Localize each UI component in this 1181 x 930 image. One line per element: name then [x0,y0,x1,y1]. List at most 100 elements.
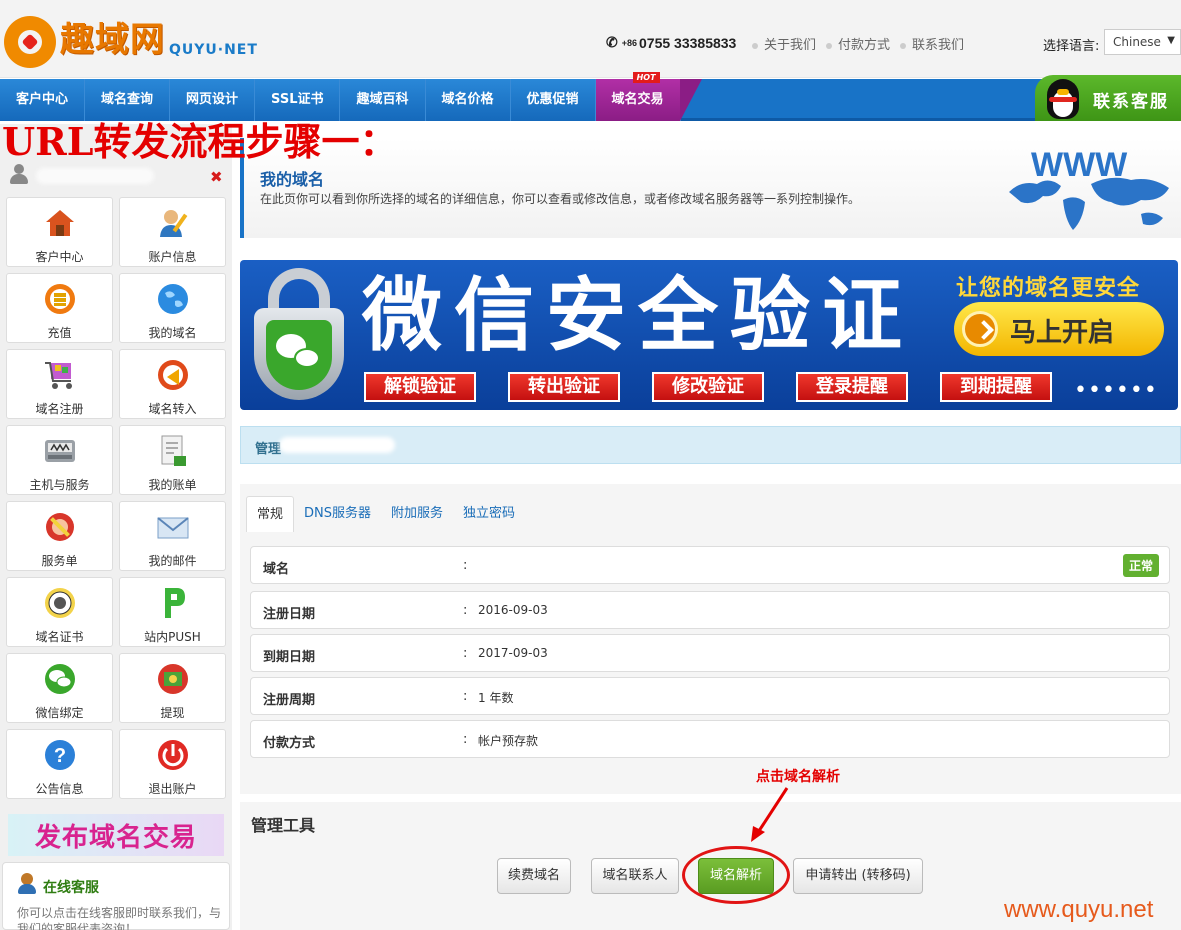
online-service-box[interactable]: 在线客服 你可以点击在线客服即时联系我们，与我们的客服代表咨询！ [2,862,230,930]
banner-subtitle: 让您的域名更安全 [956,276,1141,301]
domain-name-redacted [279,437,395,453]
wechat-icon [43,662,77,696]
banner-dots: •••••• [1074,378,1158,403]
row-payment-method: 付款方式 : 帐户预存款 [250,720,1170,758]
tile-account-info[interactable]: 账户信息 [119,197,226,267]
publish-domain-trade-banner[interactable]: 发布域名交易 [8,814,224,856]
tile-my-mail[interactable]: 我的邮件 [119,501,226,571]
tile-my-domain[interactable]: 我的域名 [119,273,226,343]
nav-web-design[interactable]: 网页设计 [170,79,256,121]
arrow-right-icon [962,311,998,347]
nav-domain-trade[interactable]: 域名交易 HOT [595,72,702,121]
tag-transfer-verify: 转出验证 [508,372,620,402]
tile-domain-transfer-in[interactable]: 域名转入 [119,349,226,419]
logo-mark-icon [4,16,56,68]
tag-expiry-alert: 到期提醒 [940,372,1052,402]
main-nav: 客户中心 域名查询 网页设计 SSL证书 趣域百科 域名价格 优惠促销 域名交易… [0,72,1181,121]
top-links: 关于我们 付款方式 联系我们 [752,34,964,53]
site-logo[interactable]: 趣域网 QUYU·NET [4,12,258,68]
click-hint-text: 点击域名解析 [756,769,840,785]
tile-recharge[interactable]: 充值 [6,273,113,343]
push-icon [156,586,190,620]
row-register-date: 注册日期 : 2016-09-03 [250,591,1170,629]
highlight-circle [682,846,790,904]
world-map-www-icon: WWW [1001,140,1177,240]
nav-customer-center[interactable]: 客户中心 [0,79,86,121]
nav-wiki[interactable]: 趣域百科 [340,79,426,121]
mail-icon [156,510,190,544]
sidebar: ✖ 客户中心 账户信息 充值 我的域名 域名注册 域名转入 主机与服务 我的账单… [0,124,232,930]
agent-icon [17,873,37,895]
certificate-icon [43,586,77,620]
server-icon [43,434,77,468]
online-service-title: 在线客服 [43,880,99,896]
sidebar-tiles: 客户中心 账户信息 充值 我的域名 域名注册 域名转入 主机与服务 我的账单 服… [6,197,226,799]
page-description: 在此页你可以看到你所选择的域名的详细信息，你可以查看或修改信息，或者修改域名服务… [260,192,861,206]
tile-domain-certificate[interactable]: 域名证书 [6,577,113,647]
tile-logout[interactable]: 退出账户 [119,729,226,799]
power-icon [156,738,190,772]
close-icon[interactable]: ✖ [210,168,223,186]
nav-domain-search[interactable]: 域名查询 [85,79,171,121]
transfer-icon [156,358,190,392]
domain-detail-panel: 常规 DNS服务器 附加服务 独立密码 域名 : 正常 注册日期 : 2016-… [240,484,1181,794]
status-badge: 正常 [1122,554,1159,577]
help-icon: ? [43,738,77,772]
nav-ssl[interactable]: SSL证书 [255,79,341,121]
qq-penguin-icon [1041,77,1085,121]
contact-service-label: 联系客服 [1093,92,1169,112]
nav-domain-price[interactable]: 域名价格 [425,79,511,121]
tile-service-ticket[interactable]: 服务单 [6,501,113,571]
banner-title: 微信安全验证 [362,269,914,362]
tile-hosting-services[interactable]: 主机与服务 [6,425,113,495]
house-icon [43,206,77,240]
tile-withdraw[interactable]: 提现 [119,653,226,723]
link-about[interactable]: 关于我们 [752,34,816,53]
language-select[interactable]: Chinese [1104,29,1181,55]
bill-icon [156,434,190,468]
link-payment[interactable]: 付款方式 [826,34,890,53]
lock-wechat-icon [254,268,344,402]
site-watermark: www.quyu.net [1004,896,1154,923]
link-contact[interactable]: 联系我们 [900,34,964,53]
hot-badge: HOT [632,72,660,83]
manage-domain-strip: 管理 [240,426,1181,464]
svg-text:WWW: WWW [1031,146,1128,184]
top-bar: 趣域网 QUYU·NET ✆ +86 0755 33385833 关于我们 付款… [0,0,1181,78]
tile-my-bill[interactable]: 我的账单 [119,425,226,495]
tab-addon-services[interactable]: 附加服务 [381,496,453,532]
online-service-text: 你可以点击在线客服即时联系我们，与我们的客服代表咨询！ [17,906,222,930]
wechat-security-banner[interactable]: 微信安全验证 让您的域名更安全 马上开启 解锁验证 转出验证 修改验证 登录提醒… [240,260,1178,410]
detail-tabs: 常规 DNS服务器 附加服务 独立密码 [246,496,525,532]
page-title: 我的域名 [260,170,325,189]
user-edit-icon [156,206,190,240]
nav-promotions[interactable]: 优惠促销 [510,79,596,121]
contact-service-button[interactable]: 联系客服 [1035,75,1181,121]
withdraw-icon [156,662,190,696]
transfer-out-button[interactable]: 申请转出 (转移码) [793,858,923,894]
nav-domain-trade-label: 域名交易 [611,92,664,107]
phone-text: 0755 33385833 [639,34,737,51]
tile-wechat-bind[interactable]: 微信绑定 [6,653,113,723]
domain-contact-button[interactable]: 域名联系人 [591,858,679,894]
user-icon [10,164,28,184]
user-box: ✖ [4,164,228,190]
tab-general[interactable]: 常规 [246,496,295,532]
enable-now-button[interactable]: 马上开启 [954,302,1164,356]
renew-domain-button[interactable]: 续费域名 [497,858,571,894]
tile-announcements[interactable]: ? 公告信息 [6,729,113,799]
phone-number: ✆ +86 0755 33385833 [606,34,736,51]
tile-domain-register[interactable]: 域名注册 [6,349,113,419]
tools-title: 管理工具 [251,816,316,835]
row-register-period: 注册周期 : 1 年数 [250,677,1170,715]
red-arrow-icon [751,787,789,842]
tag-modify-verify: 修改验证 [652,372,764,402]
tab-dns-servers[interactable]: DNS服务器 [294,496,381,532]
row-expiry-date: 到期日期 : 2017-09-03 [250,634,1170,672]
username-redacted [36,168,154,184]
tag-login-alert: 登录提醒 [796,372,908,402]
tile-site-push[interactable]: 站内PUSH [119,577,226,647]
tab-independent-password[interactable]: 独立密码 [453,496,525,532]
tile-customer-center[interactable]: 客户中心 [6,197,113,267]
ticket-icon [43,510,77,544]
